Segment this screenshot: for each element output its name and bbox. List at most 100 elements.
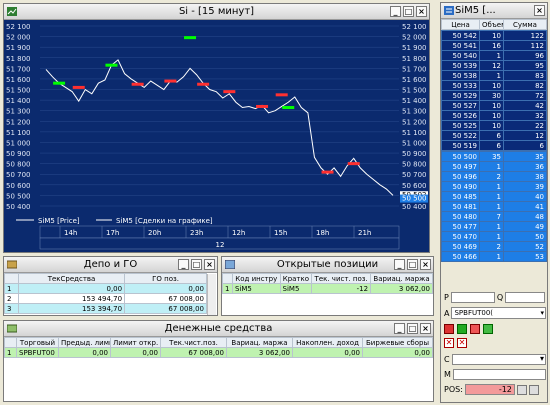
bid-row[interactable]: 50 490 1 39 — [441, 181, 547, 192]
c-select[interactable]: ▾ — [451, 354, 546, 365]
orderbook-header[interactable]: Сумма — [503, 19, 547, 30]
positions-header[interactable]: Вариац. маржа — [370, 273, 433, 284]
money-header[interactable]: Биржевые сборы — [362, 337, 433, 348]
maximize-button[interactable]: □ — [407, 259, 418, 270]
minimize-button[interactable]: _ — [390, 6, 401, 17]
depo-titlebar[interactable]: Депо и ГО _ □ × — [4, 257, 217, 273]
sell-deal-marker — [321, 170, 334, 174]
ask-row[interactable]: 50 539 12 95 — [441, 60, 547, 71]
bid-row[interactable]: 50 470 1 50 — [441, 231, 547, 242]
vertical-scrollbar[interactable] — [207, 274, 216, 315]
ask-row[interactable]: 50 522 6 12 — [441, 130, 547, 141]
account-select[interactable]: SPBFUT00( ▾ — [451, 307, 546, 319]
money-header[interactable]: Вариац. маржа — [226, 337, 293, 348]
bid-row[interactable]: 50 500 35 35 — [441, 151, 547, 162]
bid-row[interactable]: 50 477 1 49 — [441, 221, 547, 232]
cancel-all-icon[interactable]: ✕ — [457, 338, 467, 348]
row-number: 1 — [4, 283, 19, 294]
positions-header[interactable]: Кратко — [279, 273, 313, 284]
price-chart[interactable]: 52 100 52 100 52 000 52 000 51 900 51 900 51 8… — [4, 20, 429, 252]
chevron-down-icon: ▾ — [540, 309, 544, 317]
close-position-button[interactable] — [516, 384, 527, 395]
depo-header[interactable]: ГО поз. — [124, 273, 207, 284]
table-row[interactable]: 1 SPBFUT00 0,00 0,00 67 008,00 3 062,00 … — [4, 347, 433, 358]
table-row[interactable]: 3 153 394,70 67 008,00 — [4, 303, 207, 314]
maximize-button[interactable]: □ — [407, 323, 418, 334]
close-button[interactable]: × — [534, 5, 545, 16]
close-button[interactable]: × — [420, 259, 431, 270]
minimize-button[interactable]: _ — [394, 259, 405, 270]
m-label: M — [444, 370, 451, 379]
ask-row[interactable]: 50 529 30 72 — [441, 90, 547, 101]
y-tick-label-right: 50 400 — [402, 203, 427, 211]
ask-row[interactable]: 50 541 16 112 — [441, 40, 547, 51]
buy-deal-marker — [53, 81, 66, 85]
depo-header[interactable]: ТекСредства — [17, 273, 126, 284]
chart-window: Si - [15 минут] _ □ × 52 100 52 100 52 000… — [3, 3, 430, 253]
bid-row[interactable]: 50 480 7 48 — [441, 211, 547, 222]
y-tick-label-right: 51 500 — [402, 87, 427, 95]
sell-deal-marker — [164, 79, 177, 83]
table-row[interactable]: 1 0,00 0,00 — [4, 283, 207, 294]
row-number: 2 — [4, 293, 19, 304]
price-input[interactable] — [450, 292, 495, 303]
depo-header — [4, 273, 19, 284]
bid-row[interactable]: 50 466 1 53 — [441, 251, 547, 262]
account-value: SPBFUT00( — [454, 309, 494, 317]
ask-row[interactable]: 50 527 10 42 — [441, 100, 547, 111]
money-header[interactable]: Тек.чист.поз. — [160, 337, 227, 348]
reverse-position-button[interactable] — [528, 384, 539, 395]
ask-row[interactable]: 50 526 10 32 — [441, 110, 547, 121]
cancel-orders-icon[interactable]: ✕ — [444, 338, 454, 348]
table-row[interactable]: 1 SiM5 SiM5 -12 3 062,00 — [222, 283, 433, 294]
close-button[interactable]: × — [420, 323, 431, 334]
close-button[interactable]: × — [204, 259, 215, 270]
ask-row[interactable]: 50 540 1 96 — [441, 50, 547, 61]
bid-row[interactable]: 50 497 1 36 — [441, 161, 547, 172]
table-row[interactable]: 2 153 494,70 67 008,00 — [4, 293, 207, 304]
money-header[interactable]: Накоплен. доход — [292, 337, 363, 348]
sum-cell: 95 — [503, 60, 547, 71]
volume-cell: 1 — [479, 251, 504, 262]
bid-row[interactable]: 50 485 1 40 — [441, 191, 547, 202]
buy-market-icon[interactable] — [470, 324, 480, 334]
price-cell: 50 526 — [441, 110, 480, 121]
orderbook-header[interactable]: Цена — [441, 19, 480, 30]
maximize-button[interactable]: □ — [191, 259, 202, 270]
chart-titlebar[interactable]: Si - [15 минут] _ □ × — [4, 4, 429, 20]
bid-row[interactable]: 50 469 2 52 — [441, 241, 547, 252]
ask-row[interactable]: 50 533 10 82 — [441, 80, 547, 91]
close-button[interactable]: × — [416, 6, 427, 17]
buy-deal-marker — [105, 63, 118, 67]
positions-header[interactable]: Код инстру — [232, 273, 281, 284]
cell: 0,00 — [110, 347, 161, 358]
ask-row[interactable]: 50 538 1 83 — [441, 70, 547, 81]
date-label: 12 — [216, 241, 225, 249]
bid-row[interactable]: 50 481 1 41 — [441, 201, 547, 212]
sell-market-icon[interactable] — [483, 324, 493, 334]
price-cell: 50 477 — [441, 221, 480, 232]
y-tick-label: 50 700 — [6, 171, 31, 179]
ask-row[interactable]: 50 519 6 6 — [441, 140, 547, 151]
money-header[interactable]: Предыд. лими — [58, 337, 111, 348]
minimize-button[interactable]: _ — [394, 323, 405, 334]
m-input[interactable] — [452, 369, 546, 380]
buy-icon[interactable] — [444, 324, 454, 334]
orderbook-header[interactable]: Объем — [479, 19, 504, 30]
quantity-input[interactable] — [505, 292, 546, 303]
money-header[interactable]: Лимит откр. — [110, 337, 161, 348]
positions-header[interactable]: Тек. чист. поз. — [311, 273, 372, 284]
price-cell: 50 480 — [441, 211, 480, 222]
cell: 67 008,00 — [160, 347, 227, 358]
money-header[interactable]: Торговый — [16, 337, 59, 348]
ask-row[interactable]: 50 542 10 122 — [441, 30, 547, 41]
positions-titlebar[interactable]: Открытые позиции _ □ × — [222, 257, 433, 273]
money-titlebar[interactable]: Денежные средства _ □ × — [4, 321, 433, 337]
minimize-button[interactable]: _ — [178, 259, 189, 270]
positions-header — [222, 273, 233, 284]
orderbook-titlebar[interactable]: SiM5 [... × — [441, 3, 547, 19]
sell-icon[interactable] — [457, 324, 467, 334]
maximize-button[interactable]: □ — [403, 6, 414, 17]
bid-row[interactable]: 50 496 2 38 — [441, 171, 547, 182]
ask-row[interactable]: 50 525 10 22 — [441, 120, 547, 131]
